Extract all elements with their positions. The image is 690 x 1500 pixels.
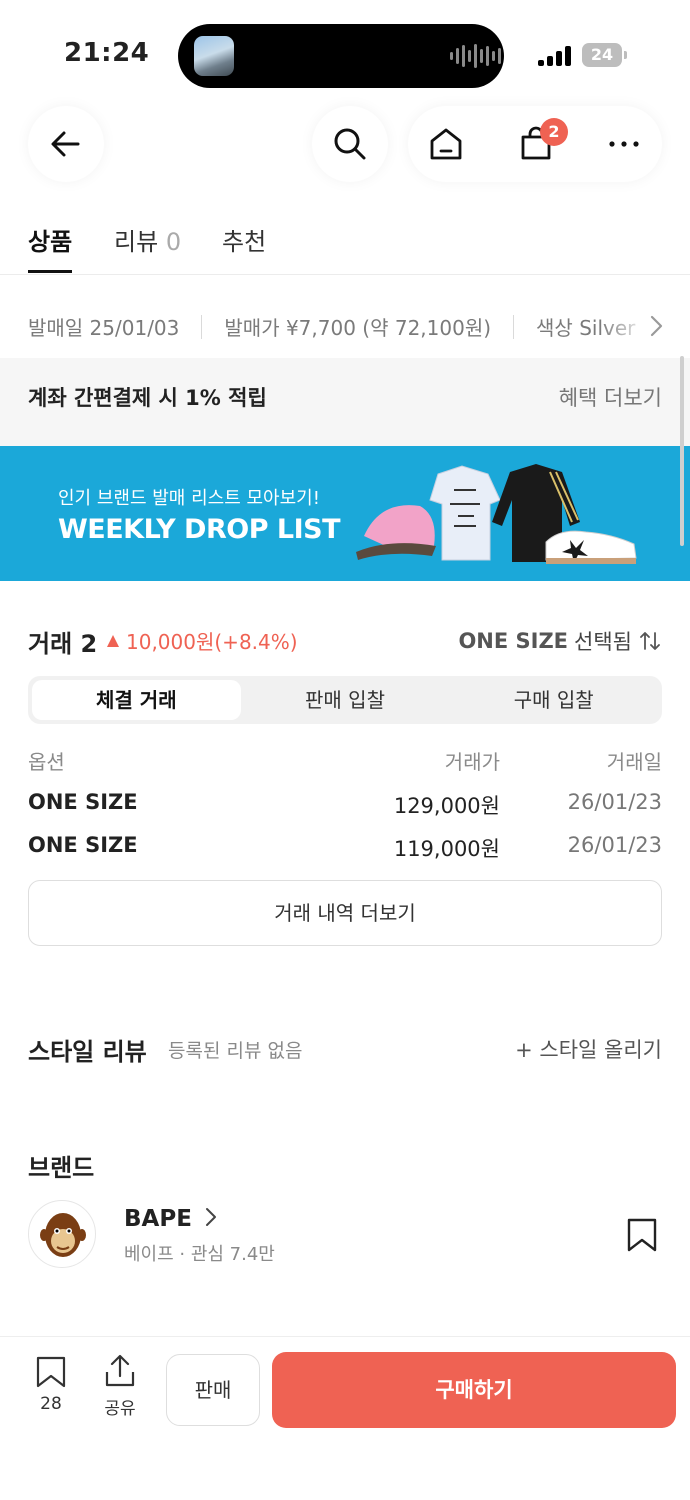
price-change: 10,000원(+8.4%) (106, 626, 298, 655)
info-strip-fade (600, 304, 690, 348)
table-row-date: 26/01/23 (567, 790, 662, 814)
bookmark-count: 28 (40, 1394, 62, 1414)
brand-section-title: 브랜드 (28, 1154, 95, 1182)
more-button[interactable] (608, 136, 640, 152)
table-row-price: 129,000원 (393, 794, 500, 818)
size-value: ONE SIZE (458, 629, 569, 653)
banner-products-image (356, 464, 637, 564)
brand-name-text: BAPE (124, 1206, 192, 1232)
home-icon (430, 128, 462, 160)
tab-product[interactable]: 상품 (28, 222, 72, 257)
active-tab-indicator (28, 270, 72, 273)
product-info-strip[interactable]: 발매일 25/01/03 발매가 ¥7,700 (약 72,100원) 색상 S… (28, 312, 635, 341)
release-date: 발매일 25/01/03 (28, 316, 180, 340)
chevron-right-icon (205, 1208, 216, 1226)
table-row-price: 119,000원 (393, 837, 500, 861)
table-row-date: 26/01/23 (567, 833, 662, 857)
sort-arrows-icon (640, 632, 660, 650)
column-header-date: 거래일 (606, 750, 662, 774)
price-change-text: 10,000원(+8.4%) (126, 630, 298, 654)
battery-icon: 24 (582, 43, 627, 67)
buy-button[interactable]: 구매하기 (272, 1352, 676, 1428)
trade-type-tabs: 체결 거래 판매 입찰 구매 입찰 (28, 676, 662, 724)
size-selector[interactable]: ONE SIZE 선택됨 (458, 626, 662, 656)
more-icon (609, 141, 639, 147)
share-button[interactable]: 공유 (92, 1354, 148, 1419)
tab-buy-bids[interactable]: 구매 입찰 (449, 680, 658, 720)
tab-review-count: 0 (165, 228, 182, 256)
banner-subtitle: 인기 브랜드 발매 리스트 모아보기! (58, 488, 320, 509)
table-row-option: ONE SIZE (28, 833, 138, 857)
column-header-price: 거래가 (444, 750, 500, 774)
benefit-more-link[interactable]: 혜택 더보기 (559, 382, 662, 412)
trade-title: 거래 2 (28, 630, 98, 658)
scrollbar[interactable] (680, 356, 684, 546)
release-price: 발매가 ¥7,700 (약 72,100원) (224, 316, 492, 340)
share-label: 공유 (104, 1399, 136, 1419)
cart-badge: 2 (540, 118, 568, 146)
column-header-option: 옵션 (28, 750, 65, 774)
bookmark-icon (36, 1356, 66, 1388)
tab-completed-trades[interactable]: 체결 거래 (32, 680, 241, 720)
tab-review-label: 리뷰 (114, 228, 159, 256)
size-suffix: 선택됨 (574, 630, 632, 654)
dynamic-island (178, 24, 504, 88)
arrow-left-icon (51, 131, 80, 157)
sell-button[interactable]: 판매 (166, 1354, 260, 1426)
chevron-right-icon[interactable] (648, 314, 664, 338)
trade-history-more-button[interactable]: 거래 내역 더보기 (28, 880, 662, 946)
brand-subtitle: 베이프 · 관심 7.4만 (124, 1244, 275, 1265)
tab-sell-bids[interactable]: 판매 입찰 (241, 680, 450, 720)
audio-wave-icon (450, 44, 501, 68)
header-actions: 2 (408, 106, 662, 182)
search-icon (334, 128, 366, 160)
divider (513, 314, 515, 339)
divider (201, 314, 203, 339)
triangle-up-icon (107, 634, 119, 647)
signal-icon (538, 44, 574, 66)
benefit-bar: 계좌 간편결제 시 1% 적립 혜택 더보기 (0, 358, 690, 432)
bookmark-button[interactable]: 28 (22, 1354, 80, 1418)
search-button[interactable] (312, 106, 388, 182)
home-button[interactable] (428, 126, 464, 162)
tab-divider (0, 274, 690, 275)
brand-bookmark-icon[interactable] (626, 1218, 658, 1252)
bape-ape-head-logo (40, 1213, 86, 1257)
banner-title: WEEKLY DROP LIST (58, 514, 341, 545)
style-review-title: 스타일 리뷰 (28, 1038, 147, 1066)
back-button[interactable] (28, 106, 104, 182)
tab-review[interactable]: 리뷰 0 (114, 222, 181, 257)
status-time: 21:24 (64, 38, 150, 68)
share-icon (105, 1354, 135, 1387)
brand-logo[interactable] (28, 1200, 96, 1268)
tab-recommend[interactable]: 추천 (222, 222, 266, 257)
weekly-drop-banner[interactable]: 인기 브랜드 발매 리스트 모아보기! WEEKLY DROP LIST (0, 446, 690, 581)
style-review-empty: 등록된 리뷰 없음 (168, 1040, 303, 1062)
section-divider (0, 432, 690, 446)
add-style-button[interactable]: + 스타일 올리기 (515, 1034, 662, 1064)
benefit-text: 계좌 간편결제 시 1% 적립 (28, 386, 267, 410)
now-playing-thumbnail (194, 36, 234, 76)
table-row-option: ONE SIZE (28, 790, 138, 814)
brand-name[interactable]: BAPE (124, 1206, 218, 1232)
